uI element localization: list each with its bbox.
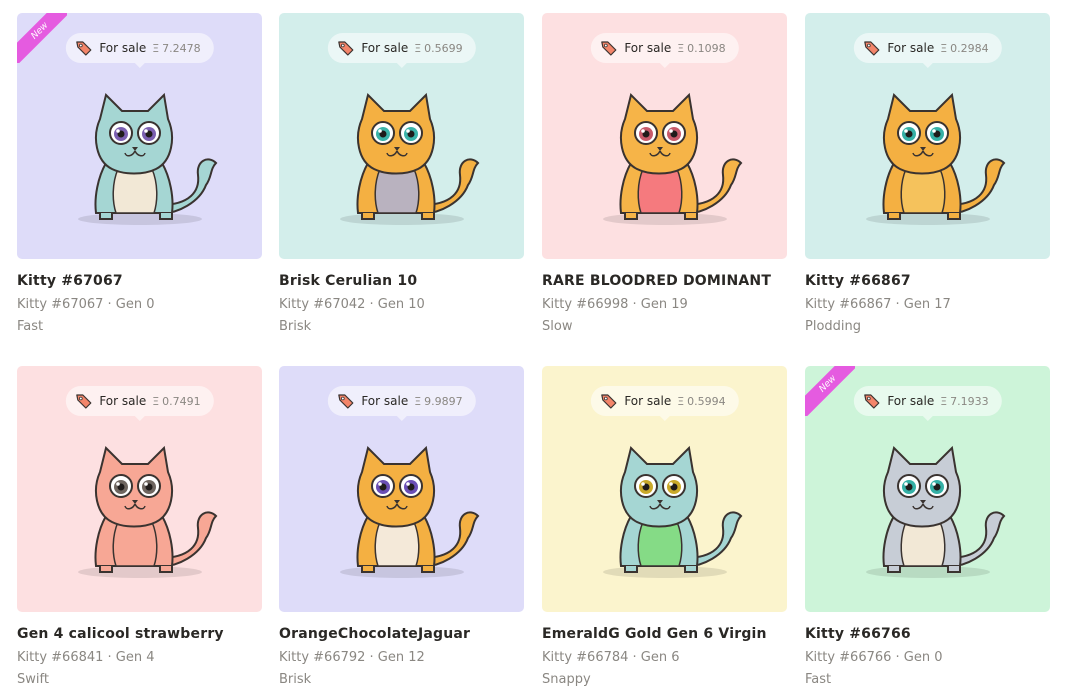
kitty-name[interactable]: OrangeChocolateJaguar <box>279 626 524 642</box>
for-sale-label: For sale <box>624 394 672 408</box>
for-sale-badge: For sale Ξ 7.2478 <box>65 33 214 68</box>
ether-icon: Ξ <box>152 41 160 55</box>
kitty-id-gen: Kitty #66766 · Gen 0 <box>805 650 943 665</box>
kitty-id-gen: Kitty #67042 · Gen 10 <box>279 297 425 312</box>
kitty-id-gen: Kitty #67067 · Gen 0 <box>17 297 155 312</box>
sale-price: 0.5699 <box>424 41 463 55</box>
kitty-illustration <box>60 73 220 233</box>
price-tag-icon <box>600 40 616 56</box>
kitty-name[interactable]: Kitty #66867 <box>805 273 1050 289</box>
price-tag-icon <box>337 393 353 409</box>
kitty-speed: Brisk <box>279 319 312 334</box>
kitty-id-gen: Kitty #66998 · Gen 19 <box>542 297 688 312</box>
kitty-image-tile[interactable]: For sale Ξ 0.5699 <box>279 13 524 259</box>
kitty-speed: Plodding <box>805 319 862 334</box>
kitty-name[interactable]: Brisk Cerulian 10 <box>279 273 524 289</box>
kitty-speed: Brisk <box>279 672 312 687</box>
for-sale-label: For sale <box>887 394 935 408</box>
ether-icon: Ξ <box>940 394 948 408</box>
kitty-speed: Snappy <box>542 672 591 687</box>
kitty-image-tile[interactable]: New For sale Ξ 7.2478 <box>17 13 262 259</box>
kitty-card[interactable]: For sale Ξ 0.5994 EmeraldG Gold Gen 6 Vi… <box>542 366 787 687</box>
new-ribbon: New <box>805 366 855 416</box>
kitty-grid: New For sale Ξ 7.2478 Kitty #67067 Kitty… <box>0 0 1080 700</box>
ether-icon: Ξ <box>414 394 422 408</box>
kitty-name[interactable]: Gen 4 calicool strawberry <box>17 626 262 642</box>
sale-price: 7.2478 <box>162 41 201 55</box>
kitty-illustration <box>585 73 745 233</box>
kitty-illustration <box>322 73 482 233</box>
kitty-illustration <box>585 426 745 586</box>
kitty-card[interactable]: For sale Ξ 9.9897 OrangeChocolateJaguar … <box>279 366 524 687</box>
kitty-name[interactable]: EmeraldG Gold Gen 6 Virgin <box>542 626 787 642</box>
kitty-card[interactable]: For sale Ξ 0.2984 Kitty #66867 Kitty #66… <box>805 13 1050 334</box>
kitty-speed: Fast <box>805 672 832 687</box>
kitty-name[interactable]: Kitty #66766 <box>805 626 1050 642</box>
kitty-id-gen: Kitty #66792 · Gen 12 <box>279 650 425 665</box>
for-sale-badge: For sale Ξ 0.1098 <box>590 33 739 68</box>
kitty-speed: Fast <box>17 319 44 334</box>
price-tag-icon <box>75 40 91 56</box>
kitty-image-tile[interactable]: For sale Ξ 0.1098 <box>542 13 787 259</box>
for-sale-label: For sale <box>361 394 409 408</box>
sale-price: 0.5994 <box>687 394 726 408</box>
kitty-id-gen: Kitty #66841 · Gen 4 <box>17 650 155 665</box>
kitty-image-tile[interactable]: New For sale Ξ 7.1933 <box>805 366 1050 612</box>
kitty-name[interactable]: Kitty #67067 <box>17 273 262 289</box>
for-sale-label: For sale <box>361 41 409 55</box>
kitty-name[interactable]: RARE BLOODRED DOMINANT <box>542 273 787 289</box>
kitty-card[interactable]: For sale Ξ 0.5699 Brisk Cerulian 10 Kitt… <box>279 13 524 334</box>
kitty-speed: Swift <box>17 672 49 687</box>
for-sale-label: For sale <box>887 41 935 55</box>
price-tag-icon <box>75 393 91 409</box>
price-tag-icon <box>600 393 616 409</box>
kitty-illustration <box>848 426 1008 586</box>
kitty-illustration <box>848 73 1008 233</box>
kitty-image-tile[interactable]: For sale Ξ 0.7491 <box>17 366 262 612</box>
for-sale-badge: For sale Ξ 9.9897 <box>327 386 476 421</box>
kitty-image-tile[interactable]: For sale Ξ 0.5994 <box>542 366 787 612</box>
for-sale-badge: For sale Ξ 0.5699 <box>327 33 476 68</box>
sale-price: 0.1098 <box>687 41 726 55</box>
sale-price: 0.2984 <box>950 41 989 55</box>
kitty-illustration <box>322 426 482 586</box>
sale-price: 0.7491 <box>162 394 201 408</box>
for-sale-label: For sale <box>99 394 147 408</box>
kitty-illustration <box>60 426 220 586</box>
kitty-card[interactable]: New For sale Ξ 7.1933 Kitty #66766 Kitty… <box>805 366 1050 687</box>
price-tag-icon <box>863 40 879 56</box>
kitty-card[interactable]: For sale Ξ 0.1098 RARE BLOODRED DOMINANT… <box>542 13 787 334</box>
sale-price: 9.9897 <box>424 394 463 408</box>
for-sale-label: For sale <box>624 41 672 55</box>
sale-price: 7.1933 <box>950 394 989 408</box>
ether-icon: Ξ <box>414 41 422 55</box>
new-ribbon: New <box>17 13 67 63</box>
kitty-card[interactable]: For sale Ξ 0.7491 Gen 4 calicool strawbe… <box>17 366 262 687</box>
for-sale-badge: For sale Ξ 0.5994 <box>590 386 739 421</box>
for-sale-label: For sale <box>99 41 147 55</box>
kitty-image-tile[interactable]: For sale Ξ 0.2984 <box>805 13 1050 259</box>
for-sale-badge: For sale Ξ 0.7491 <box>65 386 214 421</box>
new-label: New <box>805 366 855 416</box>
kitty-image-tile[interactable]: For sale Ξ 9.9897 <box>279 366 524 612</box>
ether-icon: Ξ <box>152 394 160 408</box>
for-sale-badge: For sale Ξ 0.2984 <box>853 33 1002 68</box>
kitty-speed: Slow <box>542 319 573 334</box>
kitty-id-gen: Kitty #66867 · Gen 17 <box>805 297 951 312</box>
new-label: New <box>17 13 67 63</box>
ether-icon: Ξ <box>677 394 685 408</box>
for-sale-badge: For sale Ξ 7.1933 <box>853 386 1002 421</box>
kitty-id-gen: Kitty #66784 · Gen 6 <box>542 650 680 665</box>
price-tag-icon <box>337 40 353 56</box>
kitty-card[interactable]: New For sale Ξ 7.2478 Kitty #67067 Kitty… <box>17 13 262 334</box>
price-tag-icon <box>863 393 879 409</box>
ether-icon: Ξ <box>677 41 685 55</box>
ether-icon: Ξ <box>940 41 948 55</box>
